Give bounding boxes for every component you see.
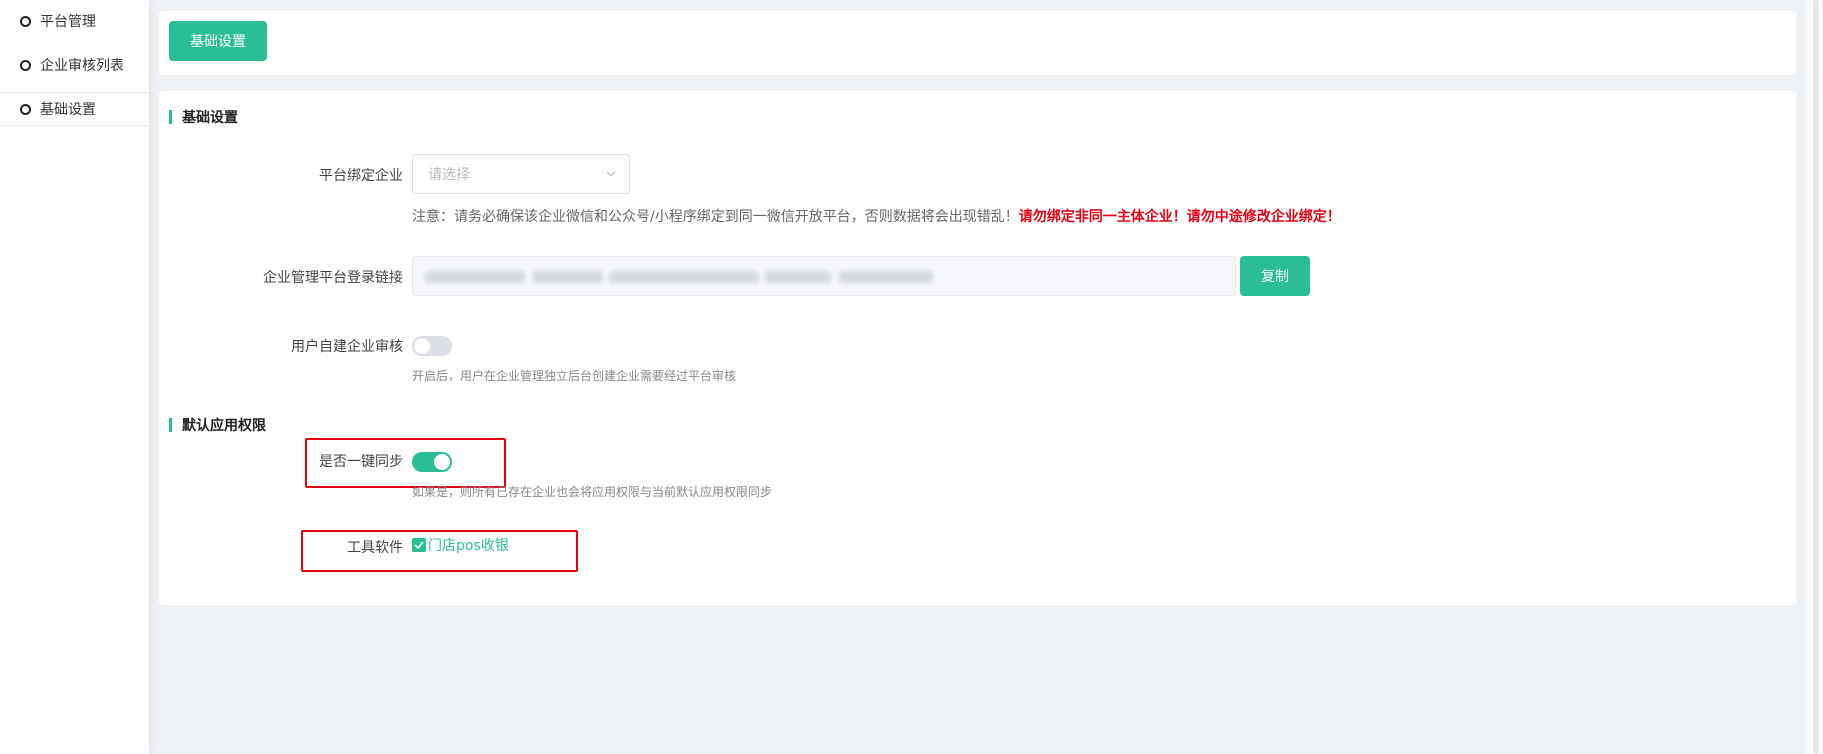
redacted-text xyxy=(533,271,603,283)
sidebar-item-label: 平台管理 xyxy=(40,14,96,30)
section-accent-bar xyxy=(169,110,172,124)
circle-icon xyxy=(20,59,31,71)
circle-icon xyxy=(20,103,31,115)
self-build-review-hint: 开启后，用户在企业管理独立后台创建企业需要经过平台审核 xyxy=(412,369,737,383)
login-link-input[interactable] xyxy=(412,256,1236,296)
sidebar-item-label: 基础设置 xyxy=(40,102,96,118)
sidebar-item-label: 企业审核列表 xyxy=(40,58,124,74)
login-link-label: 企业管理平台登录链接 xyxy=(263,270,403,286)
section-title-text: 基础设置 xyxy=(182,110,238,126)
redacted-text xyxy=(765,271,831,283)
sidebar-item-platform-management[interactable]: 平台管理 xyxy=(0,0,149,42)
tab-bar-card: 基础设置 xyxy=(159,11,1796,75)
redacted-text xyxy=(425,271,525,283)
section-title-text: 默认应用权限 xyxy=(182,418,266,434)
bind-enterprise-select[interactable]: 请选择 xyxy=(412,154,630,194)
scrollbar-thumb[interactable] xyxy=(1813,0,1819,754)
checkbox-label: 门店pos收银 xyxy=(428,538,509,554)
settings-form-card: 基础设置 平台绑定企业 请选择 注意：请务必确保该企业微信和公众号/小程序绑定到… xyxy=(159,91,1796,605)
circle-icon xyxy=(20,15,31,27)
copy-button[interactable]: 复制 xyxy=(1240,256,1310,296)
checkbox-checked-icon xyxy=(412,538,426,552)
section-title-permissions: 默认应用权限 xyxy=(169,415,266,435)
section-title-basic: 基础设置 xyxy=(169,107,238,127)
select-placeholder: 请选择 xyxy=(428,167,470,183)
one-key-sync-switch[interactable] xyxy=(412,452,452,472)
self-build-review-switch[interactable] xyxy=(412,336,452,356)
chevron-down-icon xyxy=(606,171,616,177)
sidebar-item-basic-settings[interactable]: 基础设置 xyxy=(0,92,149,126)
tab-basic-settings[interactable]: 基础设置 xyxy=(169,21,267,61)
redacted-text xyxy=(839,271,933,283)
scrollbar[interactable] xyxy=(1806,0,1823,754)
sidebar-item-enterprise-review-list[interactable]: 企业审核列表 xyxy=(0,42,149,88)
self-build-review-label: 用户自建企业审核 xyxy=(291,339,403,355)
bind-enterprise-note: 注意：请务必确保该企业微信和公众号/小程序绑定到同一微信开放平台，否则数据将会出… xyxy=(412,206,1341,226)
section-accent-bar xyxy=(169,418,172,432)
tool-software-label: 工具软件 xyxy=(347,540,403,556)
sidebar: 平台管理 企业审核列表 基础设置 xyxy=(0,0,149,754)
bind-enterprise-label: 平台绑定企业 xyxy=(319,168,403,184)
switch-knob xyxy=(414,338,430,354)
note-text: 注意：请务必确保该企业微信和公众号/小程序绑定到同一微信开放平台，否则数据将会出… xyxy=(412,209,1019,225)
switch-knob xyxy=(434,454,450,470)
redacted-text xyxy=(609,271,759,283)
note-warning-text: 请勿绑定非同一主体企业！请勿中途修改企业绑定！ xyxy=(1018,209,1341,225)
one-key-sync-hint: 如果是，则所有已存在企业也会将应用权限与当前默认应用权限同步 xyxy=(412,485,773,499)
one-key-sync-label: 是否一键同步 xyxy=(319,454,403,470)
pos-cashier-checkbox[interactable]: 门店pos收银 xyxy=(412,535,509,555)
